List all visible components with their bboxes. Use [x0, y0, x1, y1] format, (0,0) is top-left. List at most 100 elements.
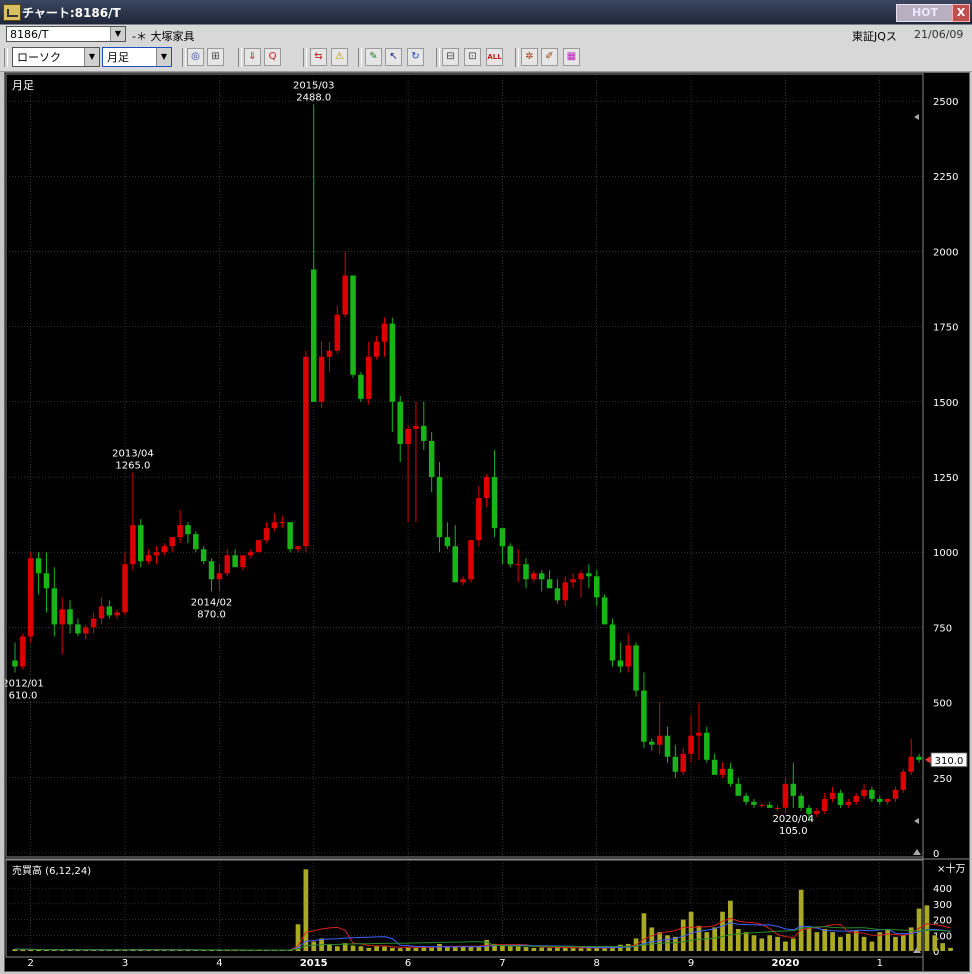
- candle-body: [664, 735, 671, 757]
- volume-bar: [688, 911, 694, 951]
- palette-icon[interactable]: ▦: [563, 48, 580, 66]
- cursor-icon[interactable]: ↖: [385, 48, 402, 66]
- candle-body: [342, 275, 348, 315]
- volume-bar: [735, 929, 741, 951]
- volume-unit-label: ×十万: [937, 862, 965, 875]
- chart-type-select[interactable]: ローソク ▼: [12, 47, 100, 67]
- candle-body: [405, 428, 411, 444]
- measure-icon[interactable]: ⊞: [207, 48, 224, 66]
- close-button[interactable]: X: [952, 4, 970, 22]
- all-icon[interactable]: ALL: [486, 48, 503, 66]
- candle-body: [200, 549, 207, 562]
- x-tick-label: 7: [499, 958, 505, 969]
- candle-body: [570, 579, 576, 583]
- search-q-icon[interactable]: Q: [264, 48, 281, 66]
- candle-body: [444, 537, 451, 547]
- scroll-down-arrow-icon[interactable]: [913, 849, 921, 855]
- candle-body: [161, 546, 168, 553]
- scroll-up-arrow-icon[interactable]: [914, 114, 919, 120]
- chevron-down-icon[interactable]: ▼: [156, 48, 171, 66]
- pen-icon[interactable]: ✎: [365, 48, 382, 66]
- candle-body: [483, 477, 490, 499]
- period-select[interactable]: 月足 ▼: [102, 47, 172, 67]
- volume-bar: [547, 947, 552, 951]
- candle-body: [766, 804, 773, 808]
- candle-body: [43, 573, 50, 589]
- volume-bar: [948, 947, 953, 951]
- compare-icon[interactable]: ⇆: [310, 48, 327, 66]
- volume-bar: [900, 935, 906, 951]
- candle-body: [743, 795, 749, 802]
- candle-body: [735, 783, 742, 796]
- down-icon[interactable]: ⇓: [244, 48, 261, 66]
- period-value: 月足: [107, 51, 129, 64]
- toolbar-separator: [182, 48, 186, 67]
- candle-body: [696, 732, 702, 736]
- wrench-icon[interactable]: ✐: [541, 48, 558, 66]
- candle-body: [185, 525, 191, 535]
- chevron-down-icon[interactable]: ▼: [110, 27, 125, 41]
- volume-bar: [853, 930, 859, 951]
- volume-bar: [783, 941, 788, 951]
- volume-tick-label: 400: [933, 884, 952, 895]
- y-tick-label: 2250: [933, 172, 958, 183]
- candle-body: [35, 558, 42, 574]
- volume-bar: [743, 932, 749, 951]
- candle-shrink-icon[interactable]: ⊡: [464, 48, 481, 66]
- symbol-input[interactable]: 8186/T ▼: [6, 26, 126, 42]
- scroll-mid-arrow-icon[interactable]: [914, 818, 919, 824]
- candle-body: [193, 534, 199, 550]
- volume-bar: [940, 943, 946, 951]
- y-tick-label: 250: [933, 774, 952, 785]
- volume-bar: [562, 947, 568, 951]
- candle-body: [255, 540, 262, 553]
- toolbar-separator: [303, 48, 307, 67]
- candle-body: [468, 540, 474, 580]
- redo-icon[interactable]: ↻: [407, 48, 424, 66]
- candle-body: [782, 783, 789, 808]
- candle-body: [428, 440, 435, 478]
- candle-body: [318, 356, 325, 402]
- candle-body: [366, 356, 372, 399]
- current-price-arrow-icon: [925, 755, 931, 764]
- warning-icon[interactable]: ⚠: [331, 48, 348, 66]
- candle-expand-icon[interactable]: ⊟: [442, 48, 459, 66]
- annotation-value: 105.0: [779, 826, 808, 837]
- candlestick-chart[interactable]: 0250500750100012501500175020002250250001…: [2, 73, 969, 971]
- current-price-label: 310.0: [935, 756, 964, 767]
- volume-bar: [728, 900, 733, 951]
- candle-body: [672, 756, 679, 772]
- volume-bar: [397, 948, 403, 951]
- volume-bar: [539, 947, 545, 951]
- volume-panel-label: 売買高 (6,12,24): [12, 864, 91, 877]
- candle-body: [303, 356, 309, 547]
- volume-bar: [358, 946, 364, 951]
- candle-body: [232, 555, 238, 568]
- candle-body: [562, 582, 569, 601]
- candle-body: [208, 561, 215, 580]
- volume-bar: [366, 947, 372, 951]
- candle-body: [798, 795, 804, 808]
- volume-bar: [885, 929, 890, 951]
- title-bar: チャート:8186/T HOT X: [0, 0, 972, 25]
- zoom-icon[interactable]: ◎: [187, 48, 204, 66]
- volume-bar: [845, 933, 851, 951]
- chart-area[interactable]: 0 250 500 750 1000 1250 1500 1750 2000 2250 2500 0 1…: [2, 72, 970, 972]
- hot-button[interactable]: HOT: [896, 4, 954, 22]
- settings-icon[interactable]: ✲: [521, 48, 538, 66]
- candle-body: [240, 555, 246, 568]
- volume-bar: [578, 948, 584, 951]
- candle-body: [421, 425, 427, 441]
- candle-body: [358, 374, 364, 399]
- volume-bar: [350, 945, 356, 951]
- volume-bar: [720, 911, 725, 951]
- x-tick-label: 3: [122, 958, 128, 969]
- candle-body: [814, 810, 820, 814]
- candle-body: [829, 792, 836, 799]
- chevron-down-icon[interactable]: ▼: [84, 48, 99, 66]
- candle-body: [538, 573, 545, 580]
- y-tick-label: 2500: [933, 97, 958, 108]
- candle-body: [373, 341, 380, 357]
- candle-body: [224, 555, 231, 574]
- candle-body: [869, 789, 875, 799]
